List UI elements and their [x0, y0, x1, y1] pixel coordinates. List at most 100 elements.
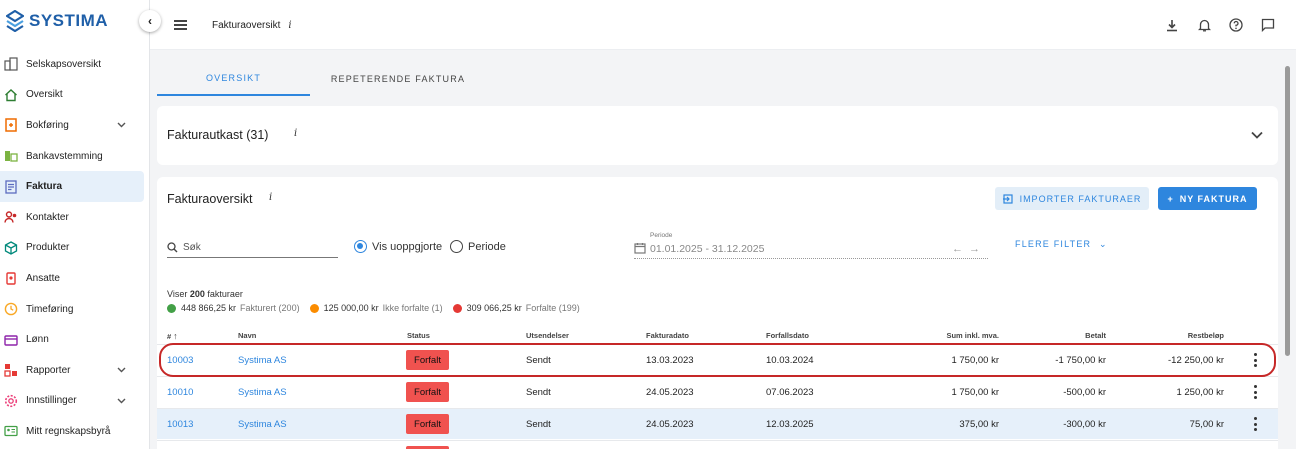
- col-status[interactable]: Status: [407, 331, 430, 340]
- col-invoice-date[interactable]: Fakturadato: [646, 331, 689, 340]
- brand-name: SYSTIMA: [29, 11, 109, 30]
- table-row-partial[interactable]: [157, 440, 1278, 449]
- sidebar-item-timeføring[interactable]: Timeføring: [0, 294, 150, 325]
- radio-unsettled[interactable]: Vis uoppgjorte: [354, 240, 442, 253]
- sidebar-item-kontakter[interactable]: Kontakter: [0, 202, 150, 233]
- radio-selected-icon: [354, 240, 367, 253]
- status-badge: Forfalt: [406, 414, 449, 434]
- sidebar-item-oversikt[interactable]: Oversikt: [0, 80, 150, 111]
- customer-name-link[interactable]: Systima AS: [238, 419, 287, 430]
- tab-repeterende-faktura[interactable]: REPETERENDE FAKTURA: [310, 62, 486, 96]
- table-row[interactable]: 10013 Systima AS Forfalt Sendt 24.05.2023 12.…: [157, 408, 1278, 439]
- customer-name-link[interactable]: Systima AS: [238, 387, 287, 398]
- draft-invoices-panel[interactable]: Fakturautkast (31) i: [157, 106, 1278, 165]
- summary-amount: 125 000,00 kr: [323, 303, 379, 313]
- sidebar-item-ansatte[interactable]: Ansatte: [0, 263, 150, 294]
- paid-amount: -500,00 kr: [1063, 387, 1106, 398]
- page-title-text: Fakturaoversikt: [212, 20, 281, 31]
- remaining-amount: 1 250,00 kr: [1176, 387, 1224, 398]
- sidebar-item-label: Selskapsoversikt: [26, 58, 102, 70]
- summary-item[interactable]: 448 866,25 kr Fakturert (200): [167, 303, 300, 313]
- col-sum[interactable]: Sum inkl. mva.: [946, 331, 999, 340]
- sidebar-item-lønn[interactable]: Lønn: [0, 324, 150, 355]
- sidebar-item-bokføring[interactable]: Bokføring: [0, 110, 150, 141]
- period-field[interactable]: Periode 01.01.2025 - 31.12.2025 ←→: [634, 232, 988, 259]
- info-icon[interactable]: i: [269, 192, 272, 203]
- sidebar-item-selskapsoversikt[interactable]: Selskapsoversikt: [0, 49, 150, 80]
- sidebar-collapse-button[interactable]: ‹: [139, 10, 161, 32]
- sidebar-item-bankavstemming[interactable]: Bankavstemming: [0, 141, 150, 172]
- more-vert-icon[interactable]: [1254, 353, 1258, 367]
- sidebar-item-faktura[interactable]: Faktura: [0, 171, 144, 202]
- status-badge: Forfalt: [406, 350, 449, 370]
- chevron-down-icon: ⌄: [1098, 239, 1108, 249]
- sidebar-item-innstillinger[interactable]: Innstillinger: [0, 386, 150, 417]
- invoice-date: 24.05.2023: [646, 387, 694, 398]
- summary-item[interactable]: 125 000,00 kr Ikke forfalte (1): [309, 303, 443, 313]
- sidebar-item-mitt-regnskapsbyrå[interactable]: Mitt regnskapsbyrå: [0, 416, 150, 447]
- bell-icon[interactable]: [1196, 17, 1212, 33]
- bank-icon: [4, 149, 18, 163]
- menu-icon[interactable]: [174, 20, 187, 30]
- sidebar-item-label: Faktura: [26, 181, 63, 193]
- chevron-down-icon: [117, 365, 126, 375]
- invoice-number-link[interactable]: 10010: [167, 387, 193, 398]
- ledger-icon: [4, 118, 18, 133]
- gear-icon: [4, 394, 18, 408]
- period-nav-arrows[interactable]: ←→: [952, 243, 986, 255]
- sum-amount: 375,00 kr: [959, 419, 999, 430]
- summary-item[interactable]: 309 066,25 kr Forfalte (199): [452, 303, 580, 313]
- sidebar-item-label: Lønn: [26, 334, 49, 346]
- paid-amount: -300,00 kr: [1063, 419, 1106, 430]
- invoice-number-link[interactable]: 10003: [167, 355, 193, 366]
- brand-logo[interactable]: SYSTIMA: [6, 10, 108, 32]
- sent-status: Sendt: [526, 387, 551, 398]
- search-field[interactable]: [167, 238, 338, 258]
- help-icon[interactable]: [1228, 17, 1244, 33]
- sent-status: Sendt: [526, 355, 551, 366]
- col-number-label: #: [167, 332, 172, 341]
- wallet-icon: [4, 333, 18, 347]
- new-invoice-button[interactable]: + NY FAKTURA: [1158, 187, 1257, 210]
- sidebar-item-produkter[interactable]: Produkter: [0, 233, 150, 264]
- col-name[interactable]: Navn: [238, 331, 256, 340]
- sidebar-item-rapporter[interactable]: Rapporter: [0, 355, 150, 386]
- summary-label: Forfalte (199): [525, 303, 580, 313]
- info-icon[interactable]: i: [288, 20, 291, 31]
- more-vert-icon[interactable]: [1254, 385, 1258, 399]
- due-date: 12.03.2025: [766, 419, 814, 430]
- tab-oversikt[interactable]: OVERSIKT: [157, 62, 310, 96]
- contacts-icon: [4, 210, 18, 224]
- col-remaining[interactable]: Restbeløp: [1188, 331, 1224, 340]
- import-invoices-button[interactable]: IMPORTER FAKTURAER: [995, 187, 1149, 210]
- table-row[interactable]: 10010 Systima AS Forfalt Sendt 24.05.2023 07.…: [157, 376, 1278, 407]
- chevron-down-icon[interactable]: [1250, 128, 1264, 142]
- period-label: Periode: [650, 232, 673, 239]
- chevron-down-icon: [117, 396, 126, 406]
- col-sent[interactable]: Utsendelser: [526, 331, 569, 340]
- table-row[interactable]: 10003 Systima AS Forfalt Sendt 13.03.2023 10.…: [157, 344, 1278, 375]
- more-filters-button[interactable]: FLERE FILTER ⌄: [1015, 239, 1108, 250]
- radio-period[interactable]: Periode: [450, 240, 506, 253]
- col-number[interactable]: # ↑: [167, 331, 178, 341]
- tabs: OVERSIKT REPETERENDE FAKTURA: [157, 62, 486, 96]
- summary-label: Ikke forfalte (1): [382, 303, 443, 313]
- page-scrollbar[interactable]: [1284, 52, 1292, 449]
- col-due-date[interactable]: Forfallsdato: [766, 331, 809, 340]
- col-paid[interactable]: Betalt: [1085, 331, 1106, 340]
- sum-amount: 1 750,00 kr: [951, 387, 999, 398]
- invoice-date: 24.05.2023: [646, 419, 694, 430]
- invoice-number-link[interactable]: 10013: [167, 419, 193, 430]
- chevron-down-icon: [117, 120, 126, 130]
- scrollbar-thumb[interactable]: [1285, 66, 1290, 356]
- customer-name-link[interactable]: Systima AS: [238, 355, 287, 366]
- radio-period-label: Periode: [468, 240, 506, 253]
- sent-status: Sendt: [526, 419, 551, 430]
- status-dot-icon: [452, 303, 462, 313]
- search-input[interactable]: [183, 242, 323, 253]
- chat-icon[interactable]: [1260, 17, 1276, 33]
- info-icon[interactable]: i: [294, 128, 297, 139]
- download-icon[interactable]: [1164, 17, 1180, 33]
- top-actions: [1164, 17, 1276, 33]
- more-vert-icon[interactable]: [1254, 417, 1258, 431]
